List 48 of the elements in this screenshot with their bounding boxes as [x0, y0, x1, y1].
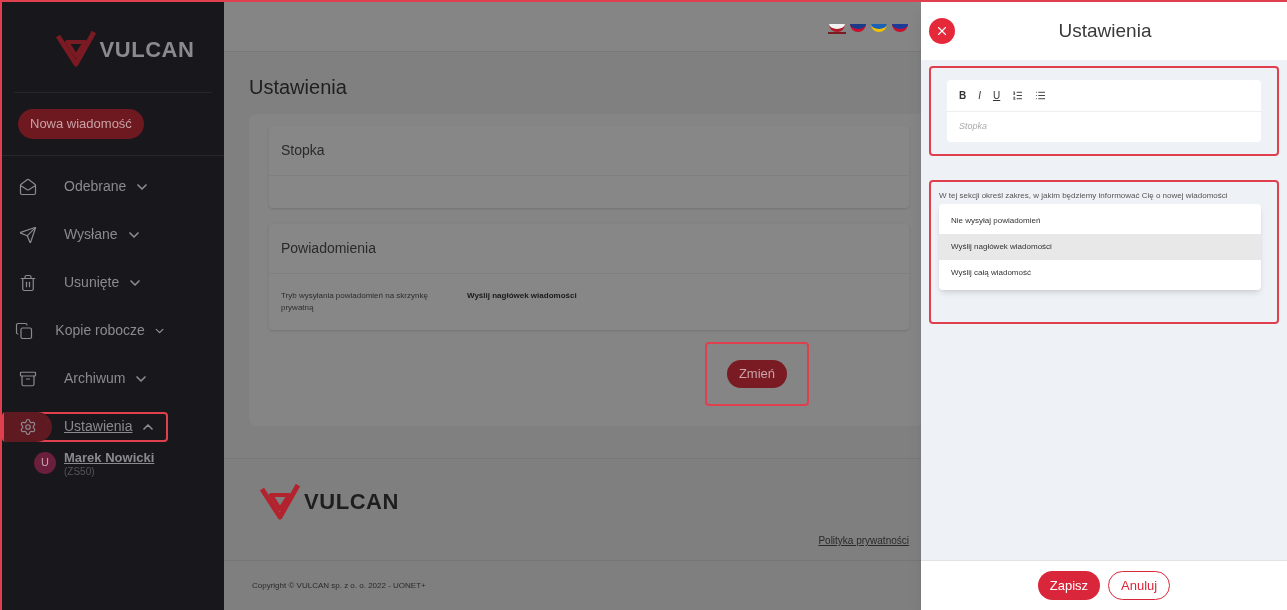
nav-icon: [14, 321, 33, 340]
copyright-text: Copyright © VULCAN sp. z o. o. 2022 - UONET+: [252, 579, 426, 592]
change-button[interactable]: Zmień: [726, 360, 787, 388]
setting-label: Tryb wysyłania powiadomień na skrzynkę prywatną: [281, 290, 429, 314]
privacy-link[interactable]: Polityka prywatności: [818, 533, 909, 548]
bold-button[interactable]: B: [959, 88, 967, 103]
dropdown-option[interactable]: Wyślij nagłówek wiadomości: [939, 233, 1261, 260]
nav-icon: [19, 417, 37, 436]
nav-icon: [19, 177, 37, 196]
nav-label: Kopie robocze: [55, 321, 145, 340]
logo-text: VULCAN: [99, 35, 195, 64]
user-name-link[interactable]: Marek Nowicki: [64, 449, 155, 466]
nav-item[interactable]: Ustawienia: [2, 411, 168, 442]
italic-button[interactable]: I: [978, 88, 981, 103]
setting-value: Wyślij nagłówek wiadomości: [467, 290, 577, 302]
nav-item[interactable]: Usunięte: [2, 267, 168, 298]
section-title: Stopka: [269, 126, 909, 176]
nav-label: Wysłane: [64, 225, 118, 244]
nav-label: Archiwum: [64, 369, 126, 388]
logo-text: VULCAN: [304, 488, 399, 516]
notifications-description: W tej sekcji określ zakres, w jakim będziemy informować Cię o nowej wiadomości: [939, 189, 1229, 202]
nav-icon: [19, 225, 37, 244]
drawer-title: Ustawienia: [1057, 18, 1153, 43]
nav-label: Odebrane: [64, 177, 127, 196]
nav-icon: [19, 273, 37, 292]
logo-icon: [55, 30, 96, 68]
save-button[interactable]: Zapisz: [1037, 570, 1101, 601]
logo-icon: [260, 482, 300, 521]
user-code: (ZS50): [64, 465, 96, 479]
nav-item[interactable]: Kopie robocze: [2, 315, 168, 346]
close-button[interactable]: [929, 18, 955, 44]
nav-item[interactable]: Wysłane: [2, 219, 168, 250]
underline-button[interactable]: U: [993, 88, 1001, 103]
numbered-list-icon[interactable]: [1012, 90, 1024, 101]
dropdown-option[interactable]: Wyślij całą wiadomość: [939, 259, 1261, 286]
nav-item[interactable]: Archiwum: [2, 363, 168, 394]
page-title: Ustawienia: [249, 75, 348, 100]
nav-item[interactable]: Odebrane: [2, 171, 168, 202]
new-message-button[interactable]: Nowa wiadomość: [18, 109, 144, 139]
footer-input-field[interactable]: Stopka: [947, 112, 1261, 142]
dropdown-option[interactable]: Nie wysyłaj powiadomień: [939, 207, 1261, 234]
nav-label: Ustawienia: [64, 417, 133, 436]
nav-icon: [19, 369, 37, 388]
nav-label: Usunięte: [64, 273, 120, 292]
close-icon: [935, 24, 949, 38]
section-title: Powiadomienia: [269, 224, 909, 274]
user-avatar: U: [34, 451, 56, 474]
list-icon[interactable]: [1035, 90, 1047, 101]
